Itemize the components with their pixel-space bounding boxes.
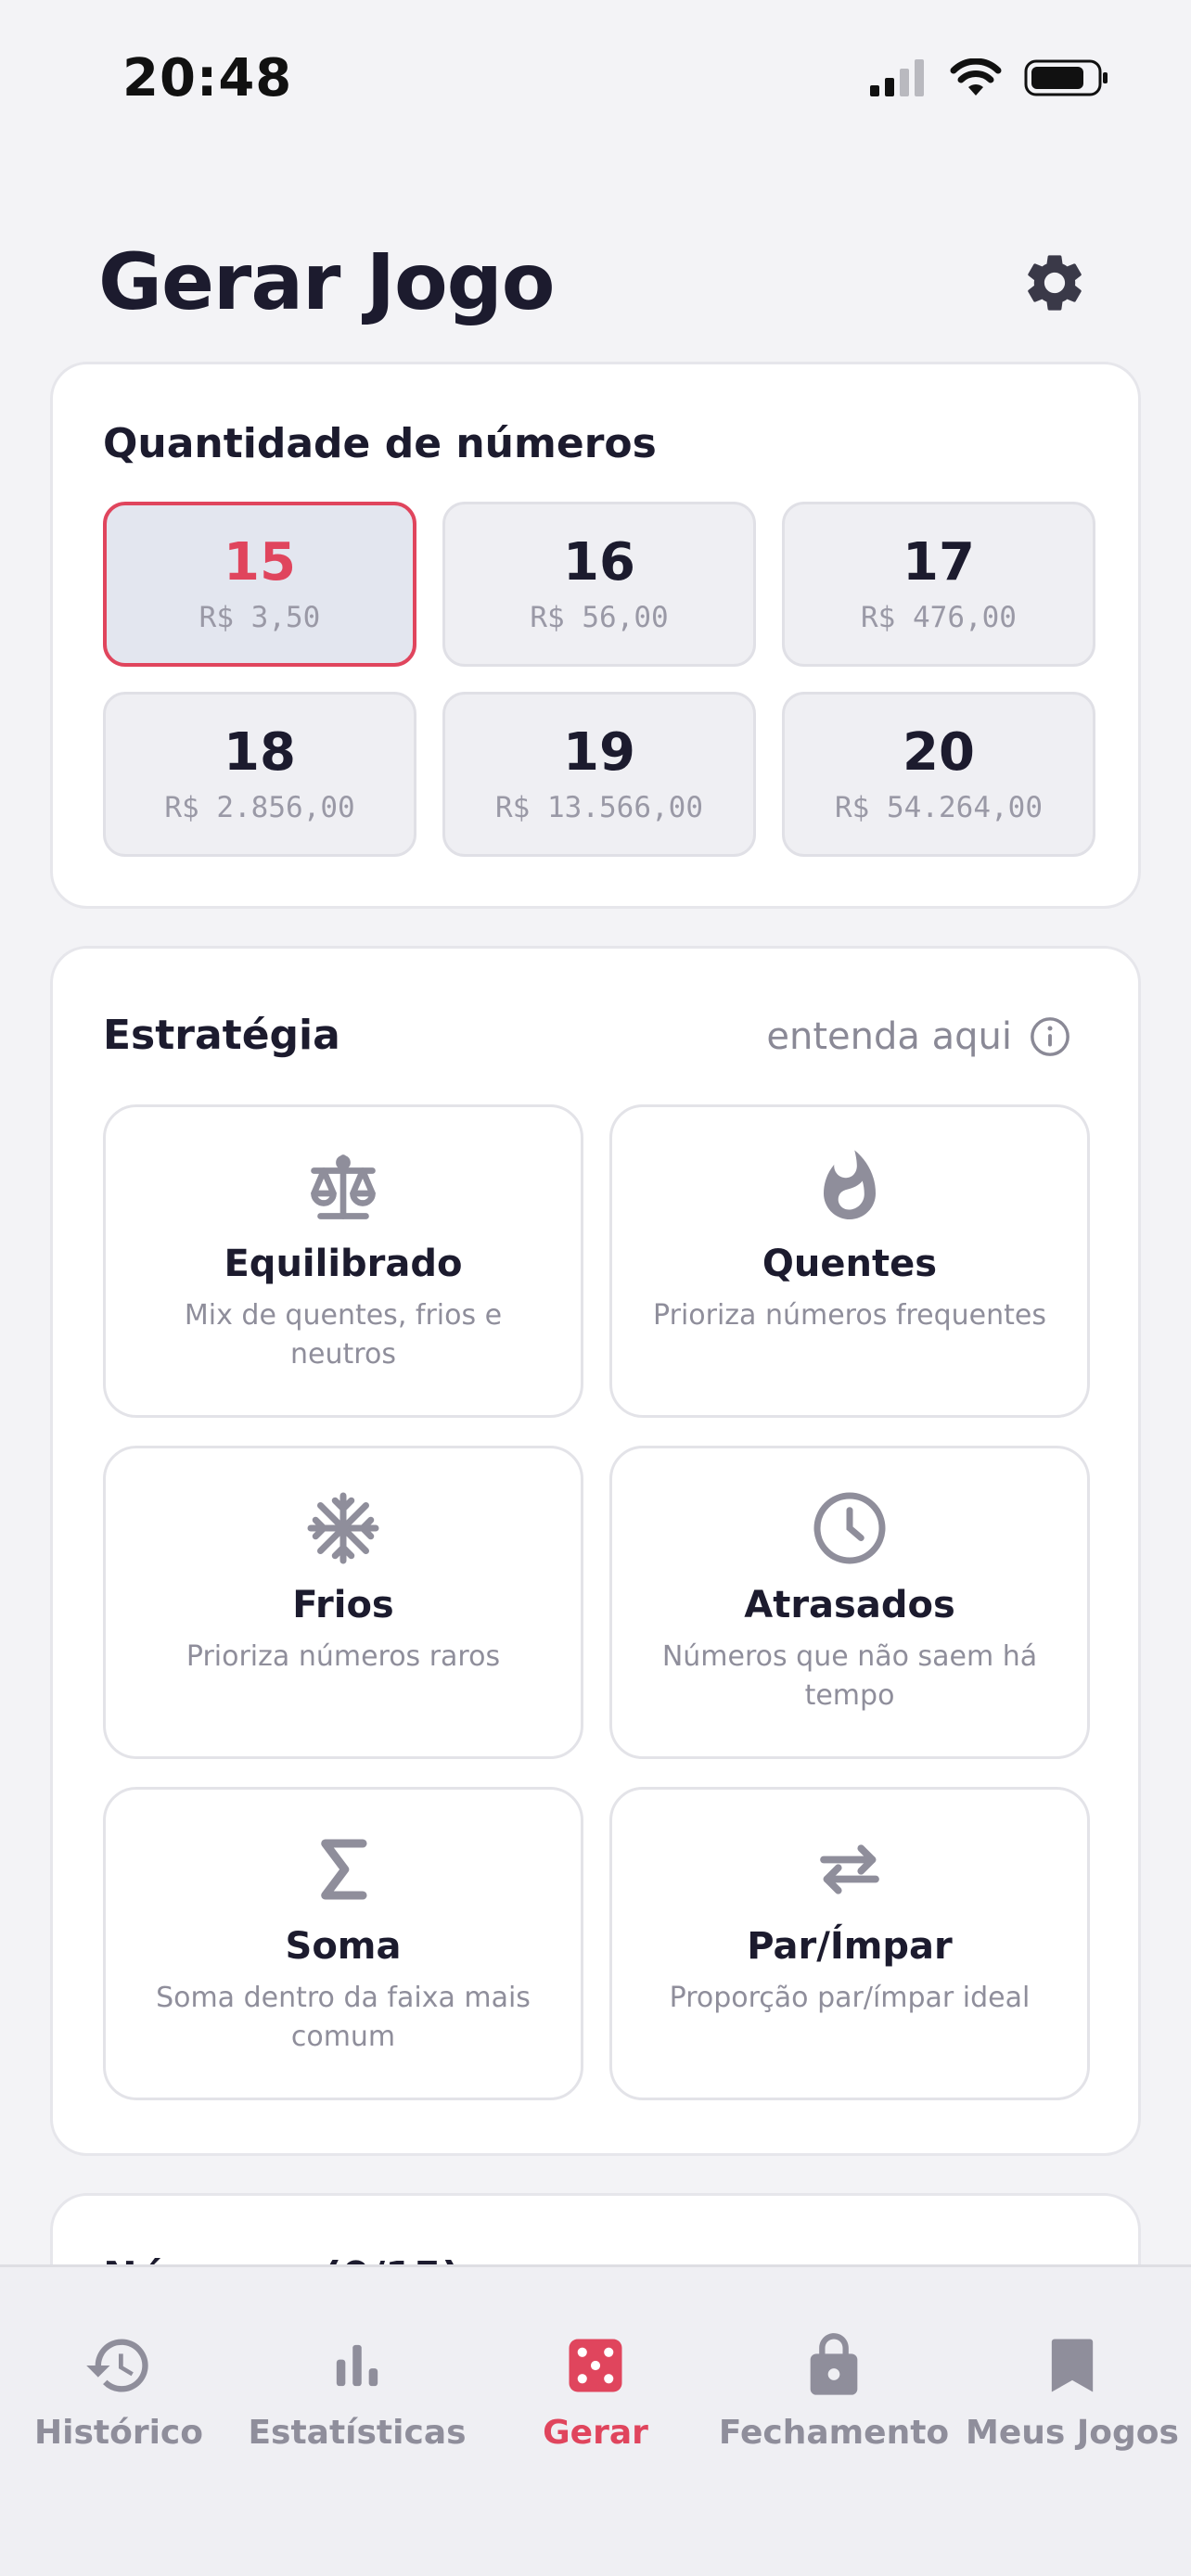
- tab-label: Fechamento: [718, 2414, 950, 2452]
- strategy-description: Prioriza números raros: [186, 1640, 501, 1673]
- tab-fechamento[interactable]: Fechamento: [715, 2267, 953, 2453]
- battery-icon: [1024, 59, 1108, 96]
- strategy-options: Equilibrado Mix de quentes, frios e neut…: [103, 1104, 1090, 2100]
- status-time: 20:48: [122, 48, 293, 108]
- strategy-option-atrasados[interactable]: Atrasados Números que não saem há tempo: [609, 1446, 1090, 1759]
- cellular-signal-icon: [870, 59, 924, 96]
- strategy-option-frios[interactable]: Frios Prioriza números raros: [103, 1446, 583, 1759]
- strategy-option-soma[interactable]: Soma Soma dentro da faixa mais comum: [103, 1787, 583, 2100]
- strategy-option-quentes[interactable]: Quentes Prioriza números frequentes: [609, 1104, 1090, 1418]
- strategy-option-par-impar[interactable]: Par/Ímpar Proporção par/ímpar ideal: [609, 1787, 1090, 2100]
- info-icon: [1031, 1017, 1069, 1056]
- quantity-option-18[interactable]: 18 R$ 2.856,00: [103, 692, 416, 857]
- quantity-number: 20: [903, 722, 975, 784]
- tab-meus-jogos[interactable]: Meus Jogos: [954, 2267, 1191, 2453]
- quantity-number: 18: [224, 722, 296, 784]
- tab-label: Gerar: [543, 2414, 648, 2452]
- bar-chart-icon: [336, 2344, 378, 2387]
- tab-estatisticas[interactable]: Estatísticas: [238, 2267, 476, 2453]
- strategy-card: Estratégia entenda aqui Equilibrado Mix …: [50, 946, 1141, 2156]
- snowflake-icon: [307, 1492, 379, 1564]
- strategy-description: Prioriza números frequentes: [653, 1299, 1046, 1332]
- quantity-price: R$ 476,00: [861, 600, 1017, 634]
- dice-icon: [569, 2339, 622, 2392]
- quantity-price: R$ 2.856,00: [164, 790, 355, 824]
- strategy-help-link[interactable]: entenda aqui: [766, 1015, 1071, 1058]
- tab-historico[interactable]: Histórico: [0, 2267, 237, 2453]
- history-icon: [86, 2339, 148, 2392]
- quantity-price: R$ 56,00: [530, 600, 669, 634]
- strategy-title: Par/Ímpar: [747, 1925, 953, 1968]
- flame-icon: [824, 1150, 876, 1219]
- clock-icon: [813, 1492, 886, 1564]
- strategy-title: Quentes: [762, 1243, 938, 1285]
- sigma-icon: [321, 1839, 367, 1900]
- quantity-option-19[interactable]: 19 R$ 13.566,00: [442, 692, 756, 857]
- strategy-description: Números que não saem há tempo: [661, 1640, 1038, 1712]
- status-icons: [870, 57, 1109, 98]
- page-title: Gerar Jogo: [98, 236, 555, 327]
- quantity-options: 15 R$ 3,50 16 R$ 56,00 17 R$ 476,00 18 R…: [103, 502, 1095, 857]
- gear-icon: [1028, 255, 1082, 311]
- quantity-number: 19: [563, 722, 635, 784]
- swap-arrows-icon: [820, 1844, 879, 1894]
- lock-icon: [810, 2333, 858, 2395]
- strategy-description: Proporção par/ímpar ideal: [669, 1982, 1031, 2014]
- strategy-heading: Estratégia: [103, 1012, 340, 1059]
- tab-label: Histórico: [33, 2414, 203, 2452]
- tab-bar: Histórico Estatísticas Gerar Fechamento …: [0, 2264, 1191, 2576]
- quantity-price: R$ 13.566,00: [495, 790, 703, 824]
- wifi-icon: [950, 58, 1002, 96]
- settings-button[interactable]: [1020, 249, 1089, 317]
- scale-icon: [311, 1154, 376, 1219]
- tab-label: Estatísticas: [248, 2414, 467, 2452]
- quantity-option-15[interactable]: 15 R$ 3,50: [103, 502, 416, 667]
- quantity-option-20[interactable]: 20 R$ 54.264,00: [782, 692, 1095, 857]
- quantity-heading: Quantidade de números: [103, 420, 657, 467]
- strategy-title: Atrasados: [744, 1584, 955, 1626]
- bookmark-icon: [1051, 2339, 1094, 2392]
- strategy-title: Frios: [292, 1584, 394, 1626]
- quantity-card: Quantidade de números 15 R$ 3,50 16 R$ 5…: [50, 362, 1141, 909]
- quantity-price: R$ 3,50: [198, 600, 321, 634]
- quantity-number: 17: [903, 532, 975, 593]
- strategy-description: Mix de quentes, frios e neutros: [184, 1299, 503, 1371]
- tab-gerar[interactable]: Gerar: [477, 2267, 714, 2453]
- strategy-help-label: entenda aqui: [766, 1015, 1012, 1058]
- quantity-number: 16: [563, 532, 635, 593]
- strategy-title: Soma: [285, 1925, 402, 1968]
- quantity-option-17[interactable]: 17 R$ 476,00: [782, 502, 1095, 667]
- quantity-option-16[interactable]: 16 R$ 56,00: [442, 502, 756, 667]
- status-bar: 20:48: [0, 0, 1191, 158]
- tab-label: Meus Jogos: [966, 2414, 1179, 2452]
- strategy-description: Soma dentro da faixa mais comum: [156, 1982, 531, 2053]
- strategy-option-equilibrado[interactable]: Equilibrado Mix de quentes, frios e neut…: [103, 1104, 583, 1418]
- quantity-number: 15: [224, 532, 296, 593]
- strategy-title: Equilibrado: [224, 1243, 463, 1285]
- quantity-price: R$ 54.264,00: [835, 790, 1043, 824]
